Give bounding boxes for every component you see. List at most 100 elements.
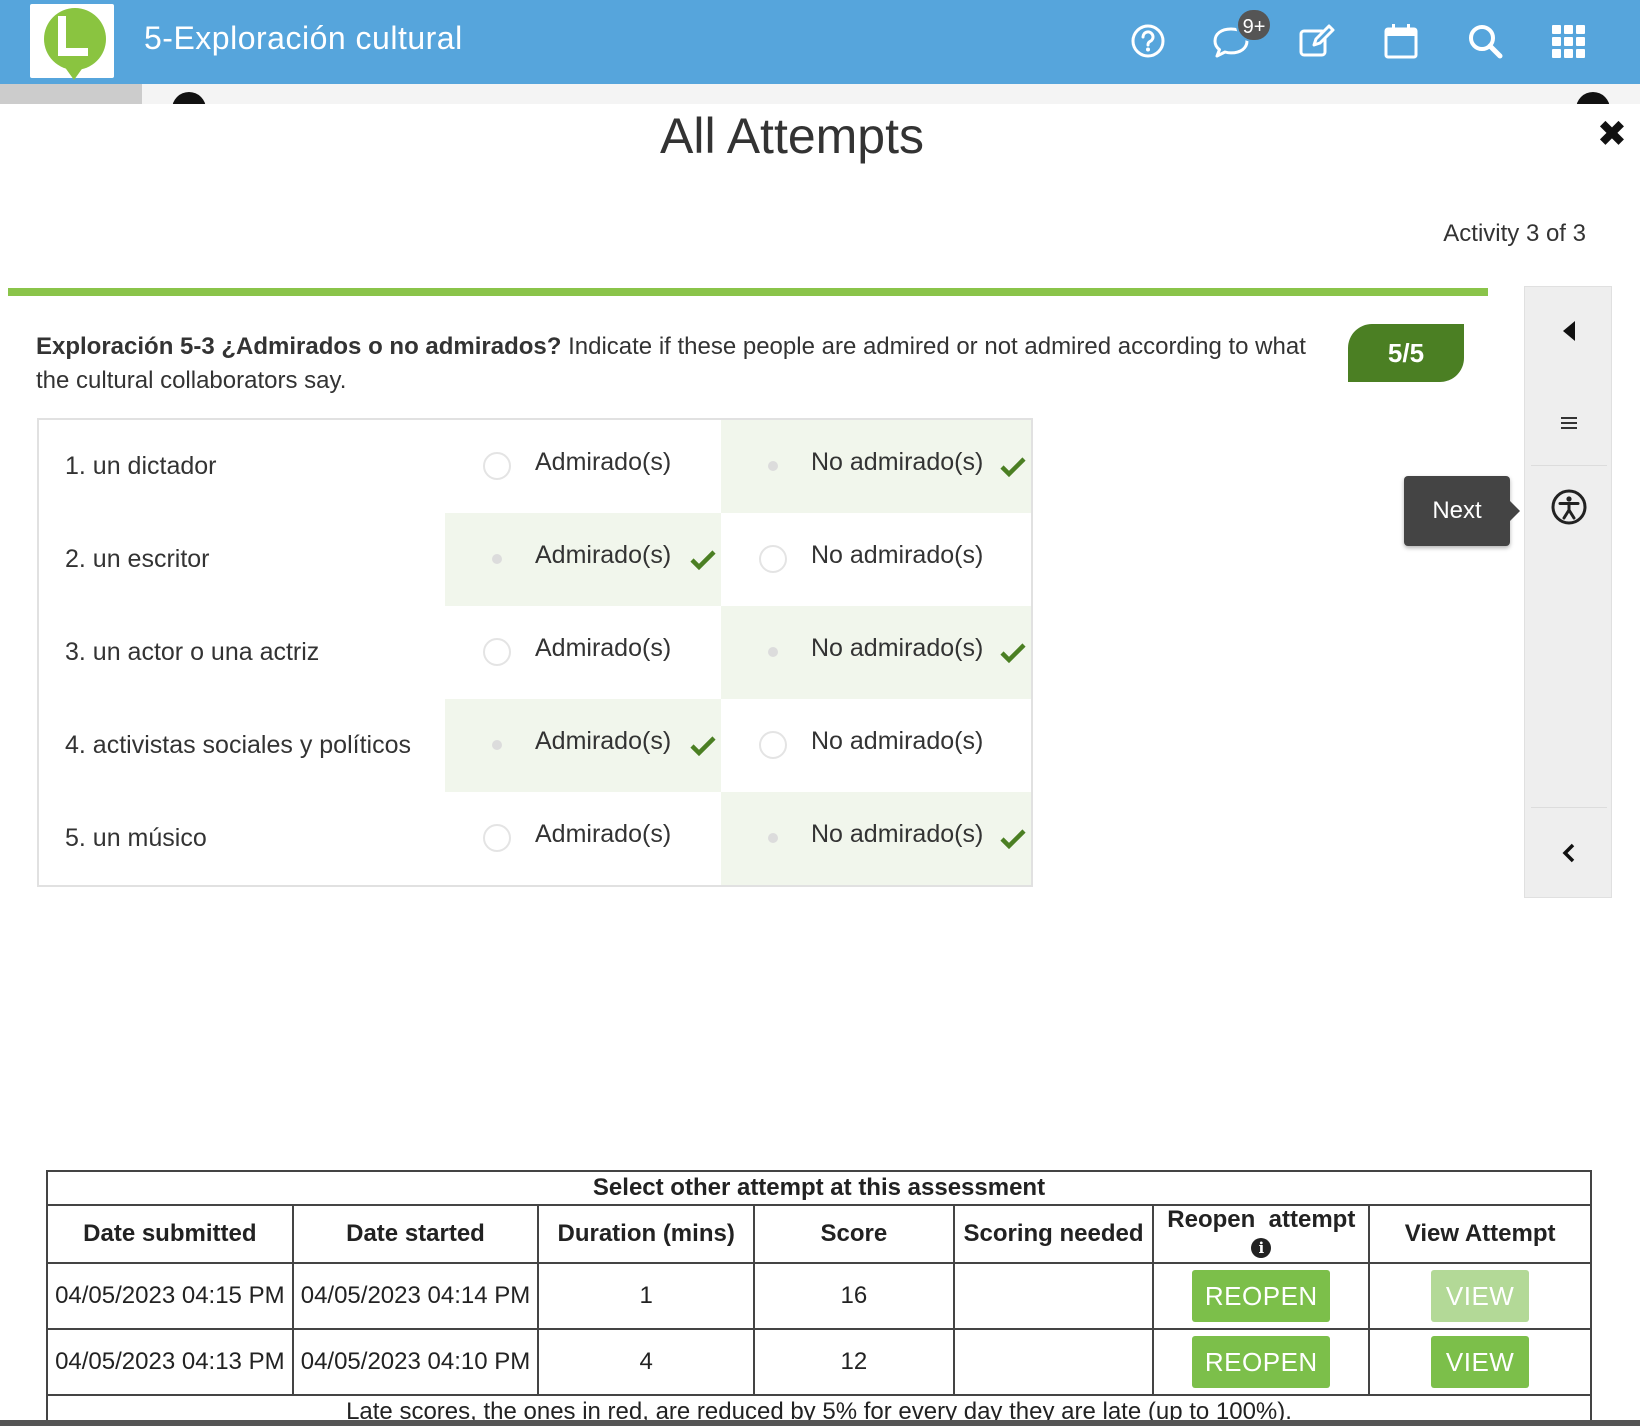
search-icon[interactable] <box>1462 18 1508 64</box>
radio-button[interactable] <box>483 824 511 852</box>
item-label: 3. un actor o una actriz <box>65 638 320 666</box>
col-date-submitted: Date submitted <box>46 1204 294 1264</box>
option-no-admirado[interactable]: No admirado(s) <box>721 420 1031 513</box>
panel-divider <box>1531 465 1607 466</box>
option-label: Admirado(s) <box>535 727 672 755</box>
radio-button-selected[interactable] <box>759 452 787 480</box>
modal-title: All Attempts <box>660 108 924 164</box>
radio-button[interactable] <box>483 452 511 480</box>
option-no-admirado[interactable]: No admirado(s) <box>721 513 1031 606</box>
col-date-started: Date started <box>291 1204 540 1264</box>
checkmark-icon <box>1000 829 1026 850</box>
cell-date-started: 04/05/2023 04:14 PM <box>291 1262 540 1330</box>
radio-button-selected[interactable] <box>759 638 787 666</box>
option-label: No admirado(s) <box>811 634 984 662</box>
radio-button[interactable] <box>759 545 787 573</box>
reopen-button[interactable]: REOPEN <box>1192 1270 1331 1322</box>
progress-bar <box>8 288 1488 296</box>
score-badge: 5/5 <box>1348 324 1464 382</box>
app-logo[interactable] <box>30 4 114 80</box>
col-scoring-needed: Scoring needed <box>952 1204 1155 1264</box>
cell-date-submitted: 04/05/2023 04:13 PM <box>46 1328 294 1396</box>
cell-view: VIEW <box>1368 1262 1592 1330</box>
cell-scoring-needed <box>952 1328 1155 1396</box>
menu-icon[interactable] <box>1525 393 1613 453</box>
checkmark-icon <box>1000 457 1026 478</box>
item-label: 2. un escritor <box>65 545 210 573</box>
col-duration: Duration (mins) <box>537 1204 755 1264</box>
info-icon[interactable]: i <box>1251 1238 1272 1258</box>
cell-date-started: 04/05/2023 04:10 PM <box>291 1328 540 1396</box>
checkmark-icon <box>690 736 716 757</box>
cell-scoring-needed <box>952 1262 1155 1330</box>
notification-badge[interactable]: 9+ <box>1236 8 1272 42</box>
answer-row: 5. un músico Admirado(s) No admirado(s) <box>39 792 1031 885</box>
cell-date-submitted: 04/05/2023 04:15 PM <box>46 1262 294 1330</box>
accessibility-icon[interactable] <box>1525 477 1613 537</box>
background-tab <box>0 84 142 104</box>
answer-row: 2. un escritor Admirado(s) No admirado(s… <box>39 513 1031 606</box>
calendar-icon[interactable] <box>1378 18 1424 64</box>
option-no-admirado[interactable]: No admirado(s) <box>721 792 1031 885</box>
cell-score: 12 <box>753 1328 955 1396</box>
checkmark-icon <box>1000 643 1026 664</box>
attempts-table: Select other attempt at this assessment … <box>46 1170 1592 1426</box>
view-button[interactable]: VIEW <box>1431 1336 1530 1388</box>
cell-duration: 4 <box>537 1328 755 1396</box>
option-admirado[interactable]: Admirado(s) <box>445 792 721 885</box>
triangle-left-icon[interactable] <box>1525 301 1613 361</box>
item-label: 4. activistas sociales y políticos <box>65 731 411 759</box>
option-label: No admirado(s) <box>811 820 984 848</box>
chevron-left-icon[interactable] <box>1525 823 1613 883</box>
cell-view: VIEW <box>1368 1328 1592 1396</box>
next-tooltip: Next <box>1404 476 1520 546</box>
option-admirado[interactable]: Admirado(s) <box>445 513 721 606</box>
option-label: Admirado(s) <box>535 448 672 476</box>
answer-row: 1. un dictador Admirado(s) No admirado(s… <box>39 420 1031 513</box>
all-attempts-modal: All Attempts ✖ Activity 3 of 3 Exploraci… <box>0 104 1640 1426</box>
question-title: Exploración 5-3 ¿Admirados o no admirado… <box>36 333 562 360</box>
panel-divider <box>1531 807 1607 808</box>
radio-button[interactable] <box>483 638 511 666</box>
option-admirado[interactable]: Admirado(s) <box>445 420 721 513</box>
logo-letter <box>58 16 88 56</box>
cell-duration: 1 <box>537 1262 755 1330</box>
close-icon[interactable]: ✖ <box>1592 114 1632 154</box>
option-label: No admirado(s) <box>811 727 984 755</box>
radio-button[interactable] <box>759 731 787 759</box>
course-title: 5-Exploración cultural <box>144 20 463 56</box>
item-label: 5. un músico <box>65 824 207 852</box>
top-bar: 5-Exploración cultural 9+ <box>0 0 1640 84</box>
attempts-table-caption: Select other attempt at this assessment <box>46 1170 1592 1206</box>
option-label: Admirado(s) <box>535 541 672 569</box>
answer-grid: 1. un dictador Admirado(s) No admirado(s… <box>37 418 1033 887</box>
apps-grid-icon[interactable] <box>1546 18 1592 64</box>
option-no-admirado[interactable]: No admirado(s) <box>721 606 1031 699</box>
option-admirado[interactable]: Admirado(s) <box>445 606 721 699</box>
view-button[interactable]: VIEW <box>1431 1270 1530 1322</box>
cell-reopen: REOPEN <box>1152 1328 1371 1396</box>
option-no-admirado[interactable]: No admirado(s) <box>721 699 1031 792</box>
edit-icon[interactable] <box>1293 18 1339 64</box>
cell-score: 16 <box>753 1262 955 1330</box>
radio-button-selected[interactable] <box>483 545 511 573</box>
background-nav-strip <box>0 84 1640 126</box>
option-label: Admirado(s) <box>535 820 672 848</box>
table-row[interactable]: 04/05/2023 04:15 PM 04/05/2023 04:14 PM … <box>46 1262 1592 1330</box>
cell-reopen: REOPEN <box>1152 1262 1371 1330</box>
table-header-row: Date submitted Date started Duration (mi… <box>46 1204 1592 1264</box>
item-label: 1. un dictador <box>65 452 217 480</box>
table-row[interactable]: 04/05/2023 04:13 PM 04/05/2023 04:10 PM … <box>46 1328 1592 1396</box>
option-label: No admirado(s) <box>811 541 984 569</box>
option-admirado[interactable]: Admirado(s) <box>445 699 721 792</box>
checkmark-icon <box>690 550 716 571</box>
answer-row: 3. un actor o una actriz Admirado(s) No … <box>39 606 1031 699</box>
radio-button-selected[interactable] <box>483 731 511 759</box>
activity-side-panel <box>1524 286 1612 898</box>
reopen-button[interactable]: REOPEN <box>1192 1336 1331 1388</box>
radio-button-selected[interactable] <box>759 824 787 852</box>
col-reopen-label: Reopen attempt <box>1167 1206 1356 1233</box>
question-text: Exploración 5-3 ¿Admirados o no admirado… <box>36 330 1306 398</box>
help-icon[interactable] <box>1125 18 1171 64</box>
option-label: No admirado(s) <box>811 448 984 476</box>
